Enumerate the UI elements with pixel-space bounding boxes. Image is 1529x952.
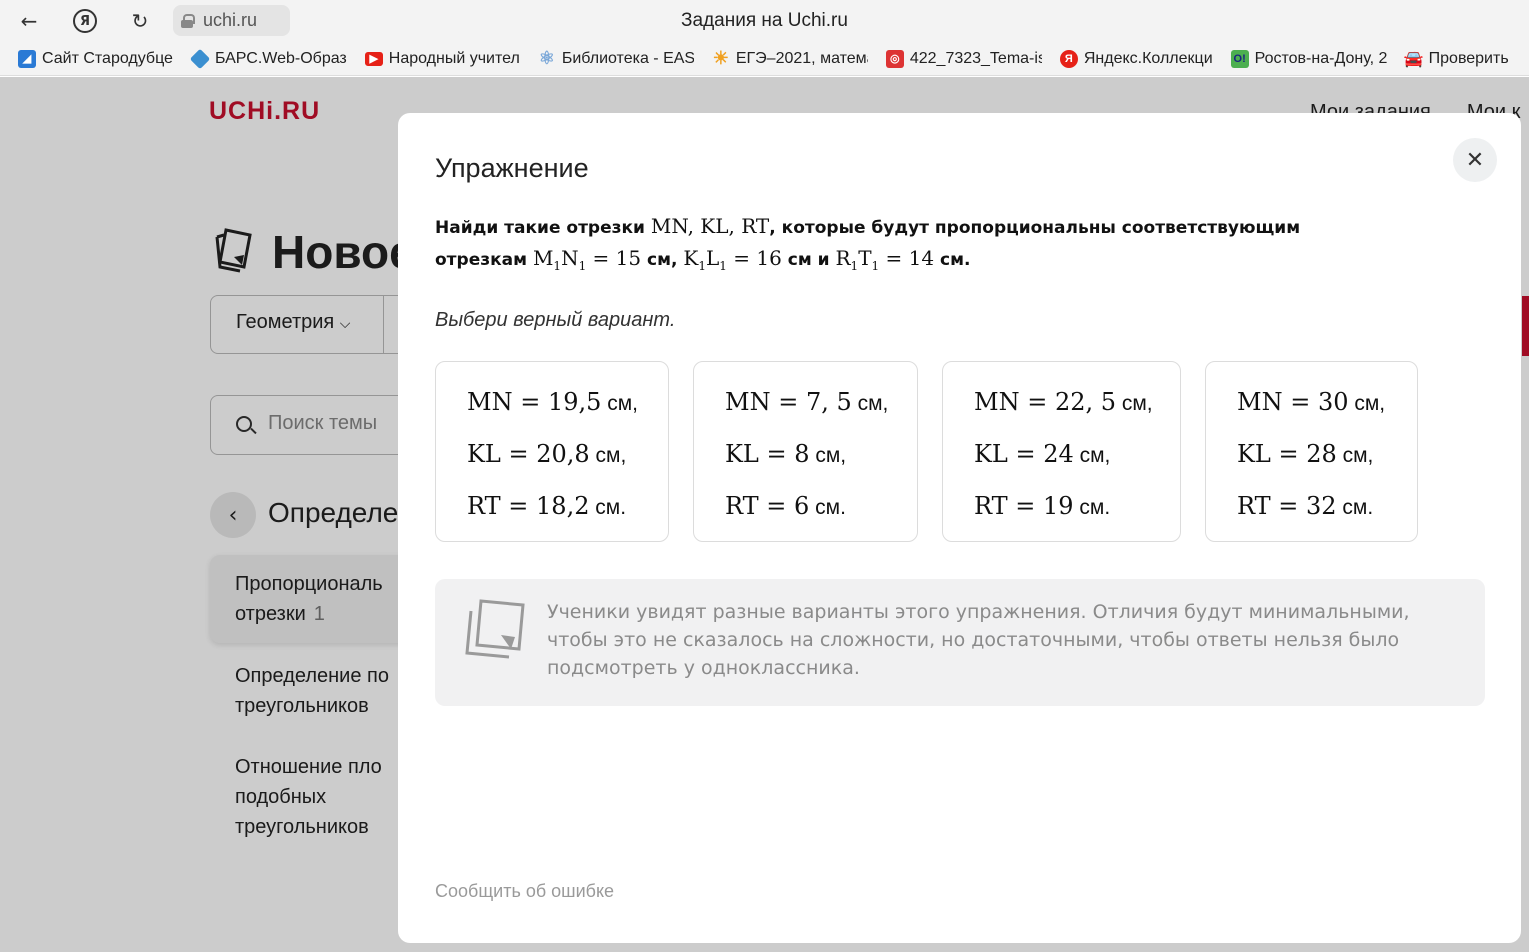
answer-option[interactable]: MN = 7, 5 см, KL = 8 см, RT = 6 см. (693, 361, 918, 542)
math-r1t1: R1T1 = 14 (835, 246, 935, 273)
math-segments: MN, KL, RT (650, 214, 770, 238)
bookmark-7[interactable]: O! Ростов-на-Дону, 2 (1230, 49, 1387, 68)
info-text: Ученики увидят разные варианты этого упр… (547, 601, 1410, 679)
task-text: Найди такие отрезки MN, KL, RT, которые … (435, 214, 1301, 273)
close-button[interactable]: ✕ (1453, 138, 1497, 182)
bookmark-1[interactable]: БАРС.Web-Образ (189, 48, 347, 69)
bookmark-0[interactable]: ◢ Сайт Стародубце (18, 49, 173, 68)
page-title: Задания на Uchi.ru (681, 10, 848, 31)
answer-option[interactable]: MN = 30 см, KL = 28 см, RT = 32 см. (1205, 361, 1418, 542)
ok-icon: O! (1230, 49, 1249, 68)
browser-toolbar: ← Я ↻ uchi.ru Задания на Uchi.ru (0, 0, 1529, 42)
bookmark-6[interactable]: Я Яндекс.Коллекци (1059, 49, 1213, 68)
bars-icon (189, 48, 211, 69)
close-icon: ✕ (1465, 147, 1485, 173)
info-box: Ученики увидят разные варианты этого упр… (435, 579, 1485, 706)
bookmark-4[interactable]: ☀ ЕГЭ–2021, матема (712, 48, 868, 68)
answer-option[interactable]: MN = 19,5 см, KL = 20,8 см, RT = 18,2 см… (435, 361, 669, 542)
modal-title: Упражнение (435, 153, 589, 183)
bookmark-5[interactable]: ◎ 422_7323_Tema-is (885, 49, 1042, 68)
pdf-icon: ◎ (885, 49, 904, 68)
yandex-icon: Я (1059, 49, 1078, 68)
bookmark-3[interactable]: ⚛ Библиотека - EAS (538, 48, 694, 68)
answer-option[interactable]: MN = 22, 5 см, KL = 24 см, RT = 19 см. (942, 361, 1181, 542)
atom-icon: ⚛ (538, 48, 555, 68)
bookmark-8[interactable]: 🚘 Проверить (1403, 50, 1509, 68)
bookmarks-bar: ◢ Сайт Стародубце БАРС.Web-Образ ▶ Народны… (0, 42, 1529, 76)
math-k1l1: K1L1 = 16 (683, 246, 782, 273)
instruction: Выбери верный вариант. (435, 309, 676, 331)
youtube-icon: ▶ (364, 51, 383, 66)
car-icon: 🚘 (1403, 50, 1424, 68)
exercise-modal: ✕ Упражнение Найди такие отрезки MN, KL,… (398, 113, 1521, 943)
math-m1n1: M1N1 = 15 (532, 246, 642, 273)
copies-icon (465, 599, 525, 659)
site-icon: ◢ (18, 49, 36, 68)
report-error-link[interactable]: Сообщить об ошибке (435, 881, 614, 902)
sun-icon: ☀ (712, 48, 729, 68)
bookmark-2[interactable]: ▶ Народный учител (364, 50, 520, 68)
